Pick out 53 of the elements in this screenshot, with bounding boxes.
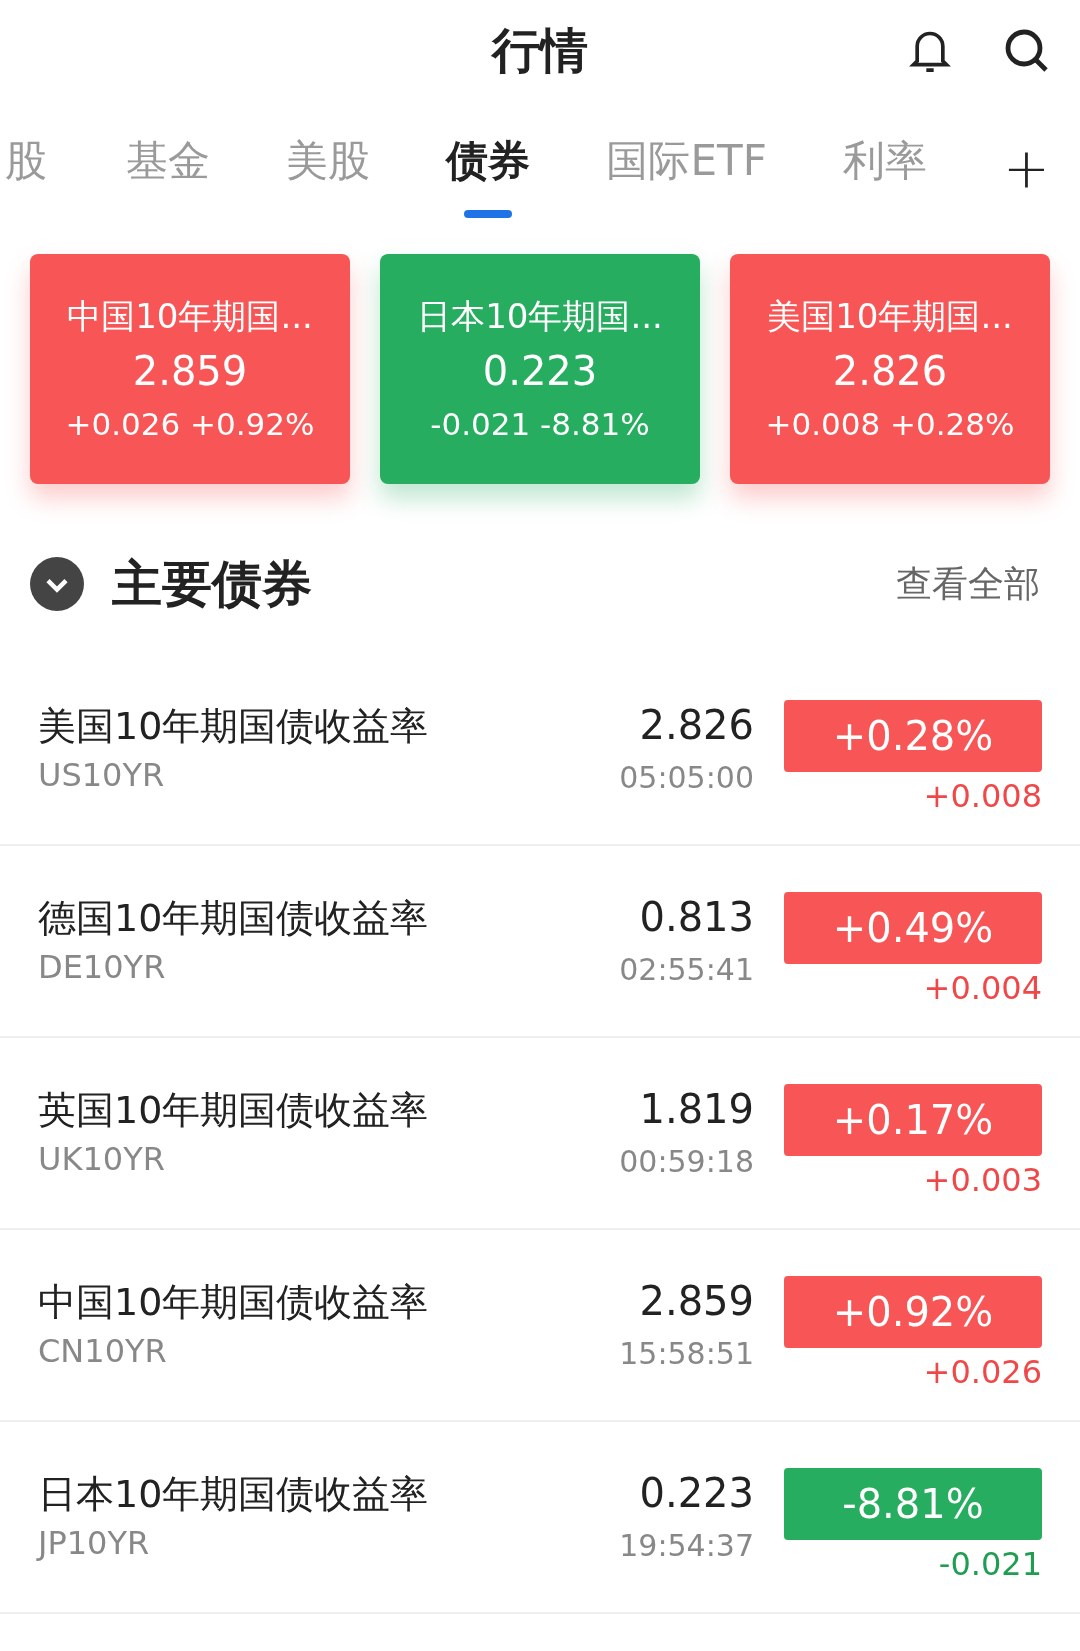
change-value: +0.008 (923, 780, 1042, 812)
bond-card[interactable]: 日本10年期国... 0.223 -0.021 -8.81% (380, 254, 700, 484)
update-time: 02:55:41 (619, 955, 754, 985)
card-change: +0.026 +0.92% (65, 408, 315, 440)
percent-badge: +0.49% (784, 892, 1042, 964)
market-tab[interactable]: 股 (2, 140, 50, 218)
bond-card[interactable]: 中国10年期国... 2.859 +0.026 +0.92% (30, 254, 350, 484)
bond-card[interactable]: 美国10年期国... 2.826 +0.008 +0.28% (730, 254, 1050, 484)
add-tab-button[interactable]: + (1003, 140, 1050, 196)
market-tab[interactable]: 债券 (446, 140, 531, 218)
card-title: 中国10年期国... (67, 298, 313, 333)
bond-code: DE10YR (38, 951, 167, 983)
page-title: 行情 (492, 21, 588, 80)
percent-badge: +0.92% (784, 1276, 1042, 1348)
bond-code: CN10YR (38, 1335, 168, 1367)
bond-yield: 0.813 (639, 897, 754, 937)
bond-name: 美国10年期国债收益率 (38, 707, 429, 745)
chevron-down-icon[interactable] (30, 557, 84, 611)
bond-name: 英国10年期国债收益率 (38, 1091, 429, 1129)
change-value: -0.021 (938, 1548, 1042, 1580)
market-tab[interactable]: 国际ETF (606, 140, 767, 218)
card-value: 2.859 (132, 350, 248, 391)
market-tab[interactable]: 利率 (842, 140, 927, 218)
view-all-link[interactable]: 查看全部 (896, 557, 1040, 611)
bond-name: 德国10年期国债收益率 (38, 899, 429, 937)
card-title: 美国10年期国... (767, 298, 1013, 333)
percent-badge: +0.28% (784, 700, 1042, 772)
bond-code: US10YR (38, 759, 166, 791)
update-time: 15:58:51 (619, 1339, 754, 1369)
change-value: +0.004 (923, 972, 1042, 1004)
bond-yield: 2.826 (639, 705, 754, 745)
bond-yield: 1.819 (639, 1089, 754, 1129)
card-change: -0.021 -8.81% (430, 408, 650, 440)
bond-code: JP10YR (38, 1527, 151, 1559)
update-time: 19:54:37 (619, 1531, 754, 1561)
bond-name: 中国10年期国债收益率 (38, 1283, 429, 1321)
bond-yield: 0.223 (639, 1473, 754, 1513)
market-tab[interactable]: 基金 (126, 140, 211, 218)
change-value: +0.003 (923, 1164, 1042, 1196)
market-tab[interactable]: 美股 (286, 140, 371, 218)
bond-name: 日本10年期国债收益率 (38, 1475, 429, 1513)
card-title: 日本10年期国... (417, 298, 663, 333)
change-value: +0.026 (923, 1356, 1042, 1388)
bond-code: UK10YR (38, 1143, 166, 1175)
card-value: 2.826 (832, 350, 948, 391)
percent-badge: +0.17% (784, 1084, 1042, 1156)
update-time: 00:59:18 (619, 1147, 754, 1177)
card-value: 0.223 (482, 350, 598, 391)
section-title: 主要债券 (112, 553, 312, 615)
bond-yield: 2.859 (639, 1281, 754, 1321)
card-change: +0.008 +0.28% (765, 408, 1015, 440)
update-time: 05:05:00 (619, 763, 754, 793)
percent-badge: -8.81% (784, 1468, 1042, 1540)
